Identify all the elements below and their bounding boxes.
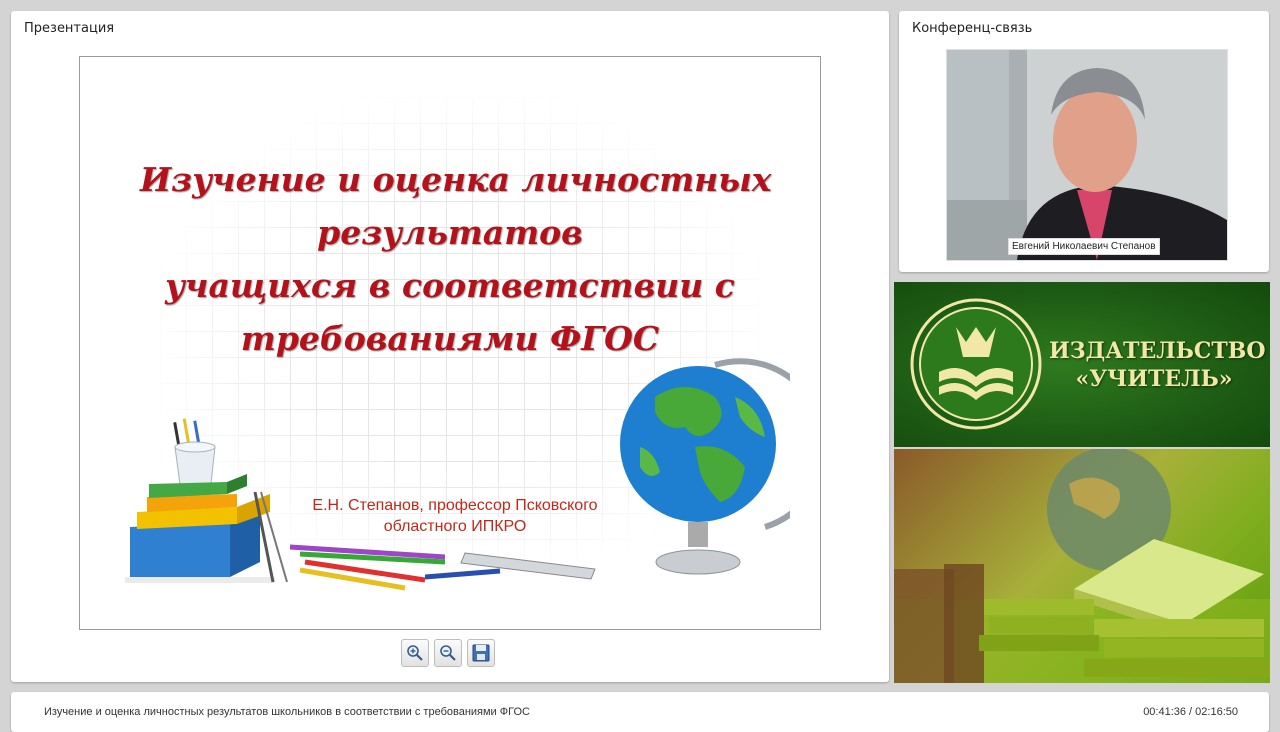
- save-icon: [472, 644, 490, 662]
- speaker-video-frame: [947, 50, 1227, 260]
- slide-author: Е.Н. Степанов, профессор Псковского обла…: [280, 495, 630, 537]
- speaker-video[interactable]: Евгений Николаевич Степанов: [946, 49, 1228, 261]
- zoom-out-button[interactable]: [434, 639, 462, 667]
- presentation-panel-title: Презентация: [24, 21, 115, 36]
- status-bar: Изучение и оценка личностных результатов…: [11, 692, 1269, 732]
- slide-title-line: результатов: [317, 213, 583, 252]
- publisher-name-line: ИЗДАТЕЛЬСТВО: [1049, 338, 1266, 364]
- zoom-in-button[interactable]: [401, 639, 429, 667]
- publisher-name-line: «УЧИТЕЛЬ»: [1075, 366, 1233, 392]
- speaker-name-tag: Евгений Николаевич Степанов: [1008, 238, 1160, 255]
- books-decoration: [894, 449, 1270, 683]
- publisher-logo-panel: ИЗДАТЕЛЬСТВО «УЧИТЕЛЬ»: [894, 282, 1270, 447]
- books-globe-image: [894, 449, 1270, 683]
- publisher-name: ИЗДАТЕЛЬСТВО «УЧИТЕЛЬ»: [1049, 337, 1266, 393]
- slide-title: Изучение и оценка личностных результатов…: [140, 153, 772, 365]
- presentation-title: Изучение и оценка личностных результатов…: [44, 706, 530, 718]
- ruler-illustration: [425, 552, 596, 580]
- presentation-slide: Изучение и оценка личностных результатов…: [79, 56, 821, 630]
- slide-title-line: Изучение и оценка личностных: [140, 160, 772, 199]
- slide-author-line: Е.Н. Степанов, профессор Псковского: [312, 497, 598, 514]
- globe-illustration: [620, 358, 790, 575]
- zoom-out-icon: [440, 645, 456, 661]
- slide-author-line: областного ИПКРО: [383, 518, 527, 535]
- publisher-emblem-icon: [910, 298, 1042, 430]
- conference-panel: Конференц-связь Евгений Николаевич Степа…: [899, 11, 1269, 272]
- presentation-panel: Презентация Изучение и оценка личностных…: [11, 11, 889, 682]
- save-button[interactable]: [467, 639, 495, 667]
- conference-panel-title: Конференц-связь: [912, 21, 1033, 36]
- slide-title-line: учащихся в соответствии с: [165, 266, 735, 305]
- playback-time: 00:41:36 / 02:16:50: [1143, 706, 1238, 718]
- zoom-in-icon: [407, 645, 423, 661]
